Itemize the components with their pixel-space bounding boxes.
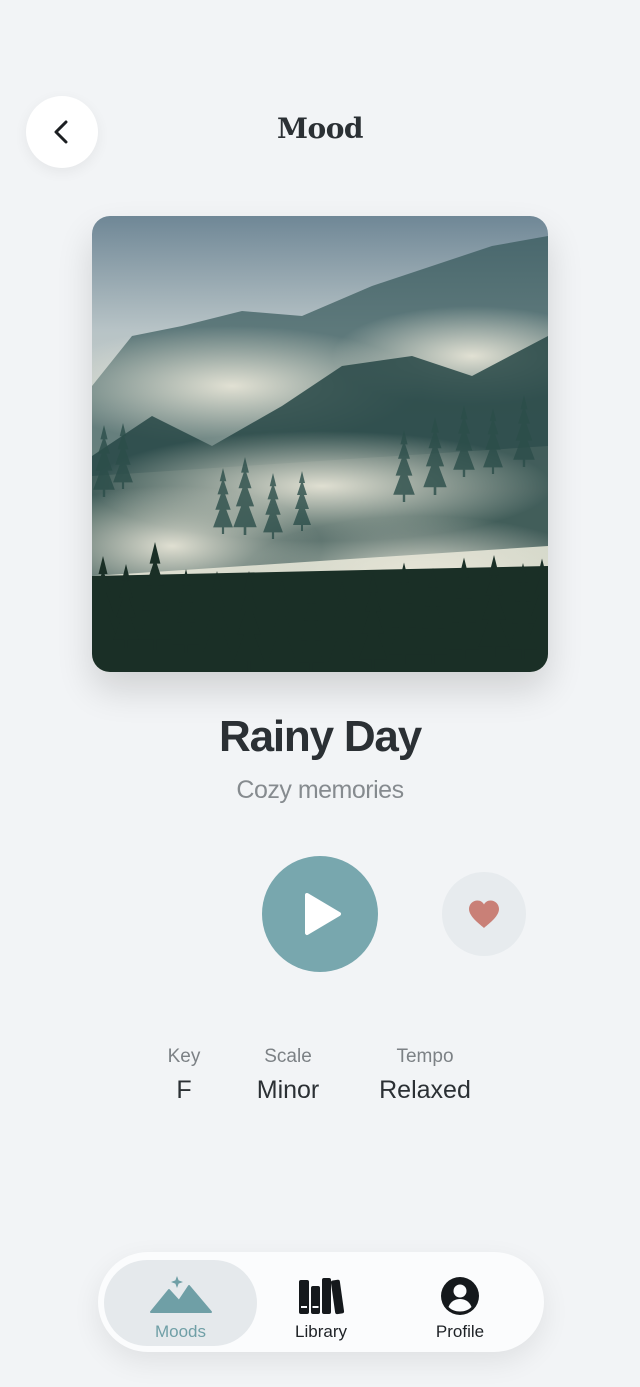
tab-profile[interactable]: Profile	[397, 1260, 523, 1346]
attribute-label: Tempo	[396, 1046, 454, 1067]
track-title: Rainy Day	[219, 712, 422, 761]
attribute-tempo: Tempo Relaxed	[379, 1046, 471, 1105]
tab-label: Library	[295, 1322, 347, 1341]
tab-label: Profile	[435, 1322, 485, 1341]
attribute-value: F	[176, 1076, 192, 1104]
mountains-sparkle-icon	[149, 1276, 212, 1313]
play-icon	[305, 893, 341, 935]
track-subtitle: Cozy memories	[236, 776, 404, 804]
attribute-scale: Scale Minor	[257, 1046, 320, 1105]
mood-screen: Mood Rainy Day Cozy memories Key F Scale…	[0, 0, 640, 1387]
attribute-value: Minor	[256, 1076, 320, 1104]
tab-label: Moods	[154, 1322, 207, 1341]
tab-moods[interactable]: Moods	[104, 1260, 257, 1346]
books-icon	[299, 1278, 345, 1315]
album-artwork	[92, 216, 548, 672]
favorite-button[interactable]	[442, 872, 526, 956]
page-title: Mood	[277, 112, 363, 145]
attribute-label: Scale	[264, 1046, 312, 1067]
person-circle-icon	[441, 1277, 479, 1315]
heart-icon	[469, 900, 499, 928]
attribute-key: Key F	[168, 1046, 201, 1105]
attribute-value: Relaxed	[379, 1076, 471, 1104]
play-button[interactable]	[262, 856, 378, 972]
bottom-tab-bar: Moods Library Profile	[98, 1252, 544, 1352]
attribute-label: Key	[167, 1046, 201, 1067]
tab-library[interactable]: Library	[258, 1260, 384, 1346]
